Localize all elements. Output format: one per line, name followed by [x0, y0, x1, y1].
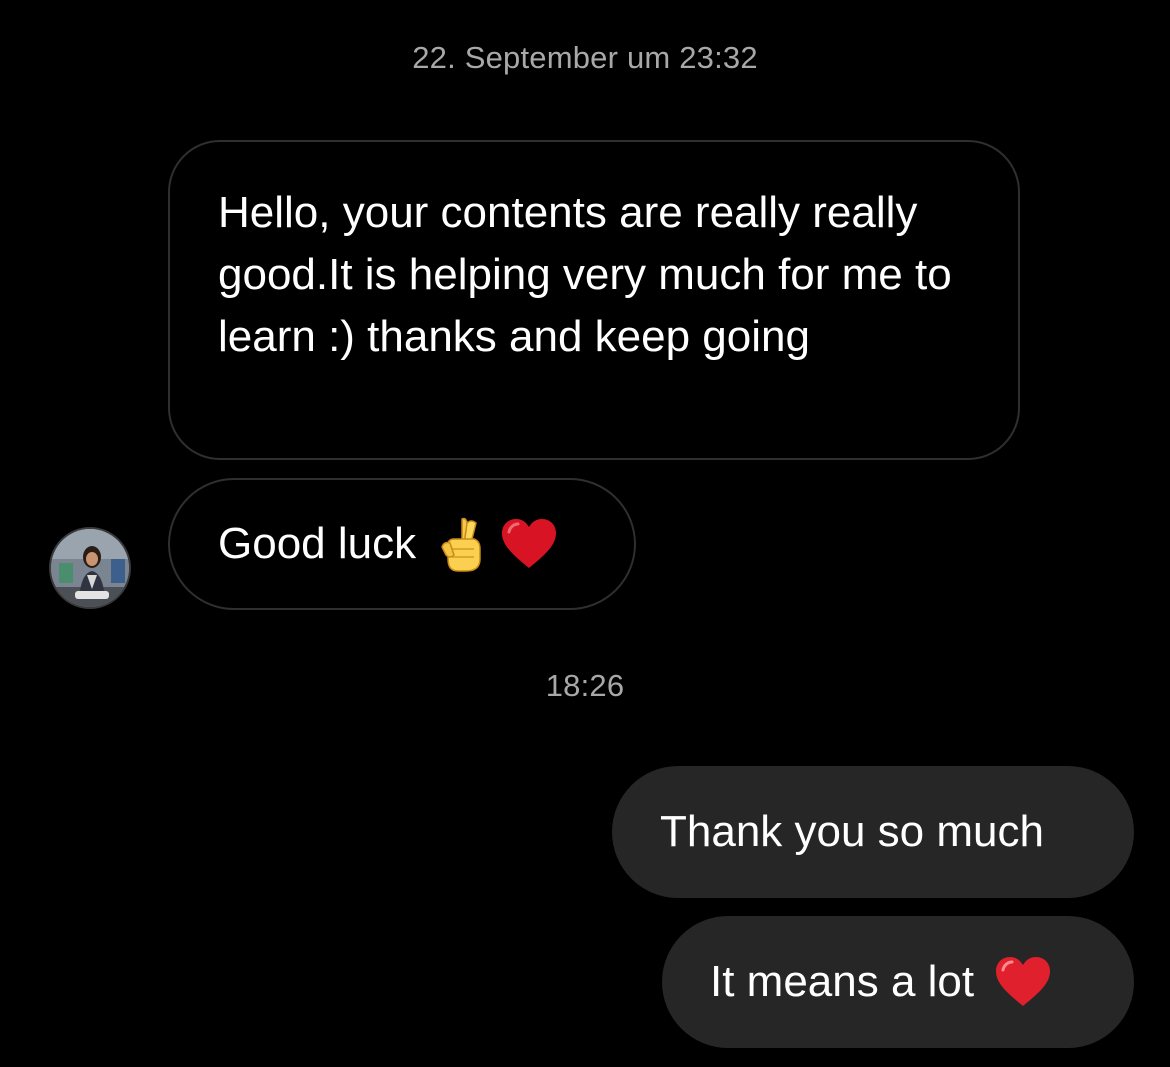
- message-bubble-incoming[interactable]: Hello, your contents are really really g…: [168, 140, 1020, 460]
- message-bubble-outgoing[interactable]: Thank you so much: [612, 766, 1134, 898]
- message-text: Good luck: [218, 519, 417, 568]
- message-text: It means a lot: [710, 957, 975, 1006]
- message-bubble-outgoing[interactable]: It means a lot: [662, 916, 1134, 1048]
- message-bubble-incoming[interactable]: Good luck: [168, 478, 636, 610]
- timestamp: 18:26: [545, 668, 625, 703]
- message-text: Thank you so much: [660, 807, 1044, 856]
- crossed-fingers-icon: [440, 515, 486, 573]
- avatar[interactable]: [49, 527, 131, 609]
- profile-photo: [51, 529, 129, 607]
- message-text: Hello, your contents are really really g…: [218, 188, 952, 361]
- heart-icon: [500, 518, 558, 570]
- heart-icon: [994, 956, 1052, 1008]
- timestamp: 22. September um 23:32: [412, 40, 758, 75]
